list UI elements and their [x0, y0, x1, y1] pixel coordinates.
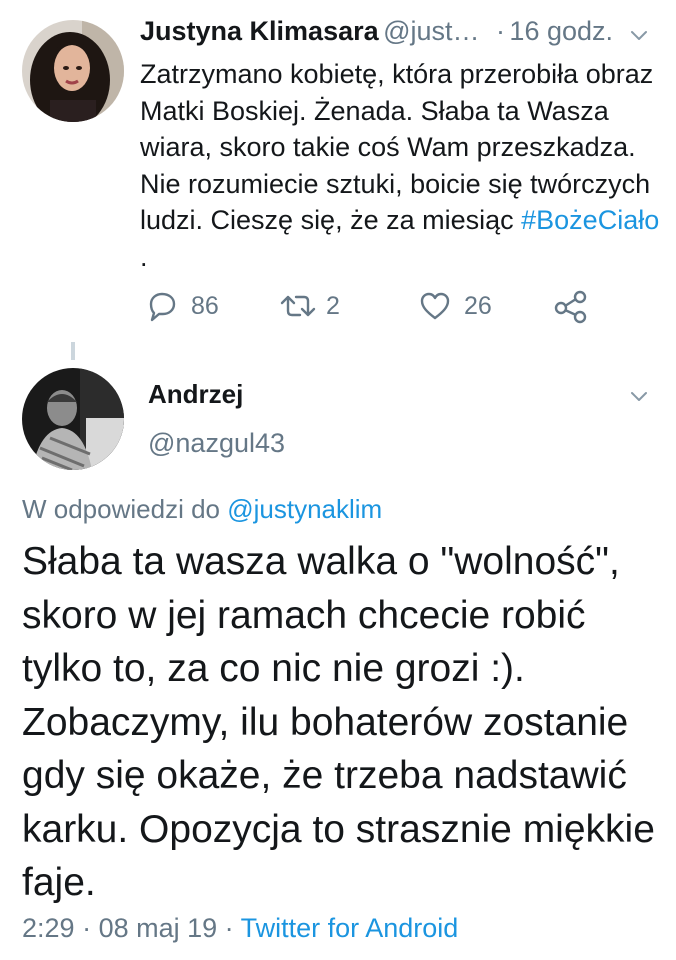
- tweet2-more-button[interactable]: [628, 385, 650, 407]
- tweet2-author-handle[interactable]: @nazgul43: [148, 428, 285, 459]
- meta-separator: ·: [74, 913, 99, 943]
- avatar-andrzej[interactable]: [22, 368, 124, 470]
- tweet1-author-handle[interactable]: @just…: [383, 16, 479, 46]
- tweet1-more-button[interactable]: [628, 24, 650, 46]
- meta-separator: ·: [217, 913, 241, 943]
- avatar-image: [22, 20, 124, 122]
- tweet2-author-name[interactable]: Andrzej: [148, 379, 243, 410]
- reply-to-link[interactable]: @justynaklim: [227, 494, 382, 524]
- tweet2-source-link[interactable]: Twitter for Android: [241, 913, 459, 943]
- tweet1-author-name[interactable]: Justyna Klimasara: [140, 16, 379, 46]
- tweet2-time: 2:29: [22, 913, 75, 943]
- tweet1-text: Zatrzymano kobietę, która przerobiła obr…: [140, 56, 660, 275]
- tweet1-text-end: .: [140, 241, 148, 272]
- thread-connector-line: [71, 342, 75, 360]
- tweet1-header: Justyna Klimasara @just… · 16 godz.: [140, 16, 660, 52]
- retweet-icon: [280, 295, 316, 317]
- share-icon: [554, 290, 587, 324]
- like-icon: [420, 292, 450, 320]
- reply-context: W odpowiedzi do @justynaklim: [22, 494, 382, 525]
- chevron-down-icon: [631, 31, 647, 40]
- tweet2-text: Słaba ta wasza walka o "wolność", skoro …: [22, 540, 655, 904]
- retweet-button[interactable]: 2: [278, 286, 340, 326]
- reply-icon: [149, 292, 176, 322]
- tweet2-date: 08 maj 19: [98, 913, 218, 943]
- avatar-image: [22, 368, 124, 470]
- reply-button[interactable]: 86: [145, 286, 219, 326]
- chevron-down-icon: [631, 392, 647, 401]
- share-button[interactable]: [553, 288, 589, 324]
- tweet1-timestamp[interactable]: 16 godz.: [509, 16, 613, 46]
- reply-count: 86: [191, 291, 219, 320]
- like-count: 26: [464, 291, 492, 320]
- reply-context-label: W odpowiedzi do: [22, 494, 228, 524]
- retweet-count: 2: [326, 291, 340, 320]
- tweet1-time-separator: ·: [495, 16, 505, 46]
- tweet1-hashtag[interactable]: #BożeCiało: [521, 205, 659, 235]
- avatar-justyna[interactable]: [22, 20, 124, 122]
- tweet2-metadata: 2:29 · 08 maj 19 · Twitter for Android: [22, 913, 458, 944]
- like-button[interactable]: 26: [418, 286, 492, 326]
